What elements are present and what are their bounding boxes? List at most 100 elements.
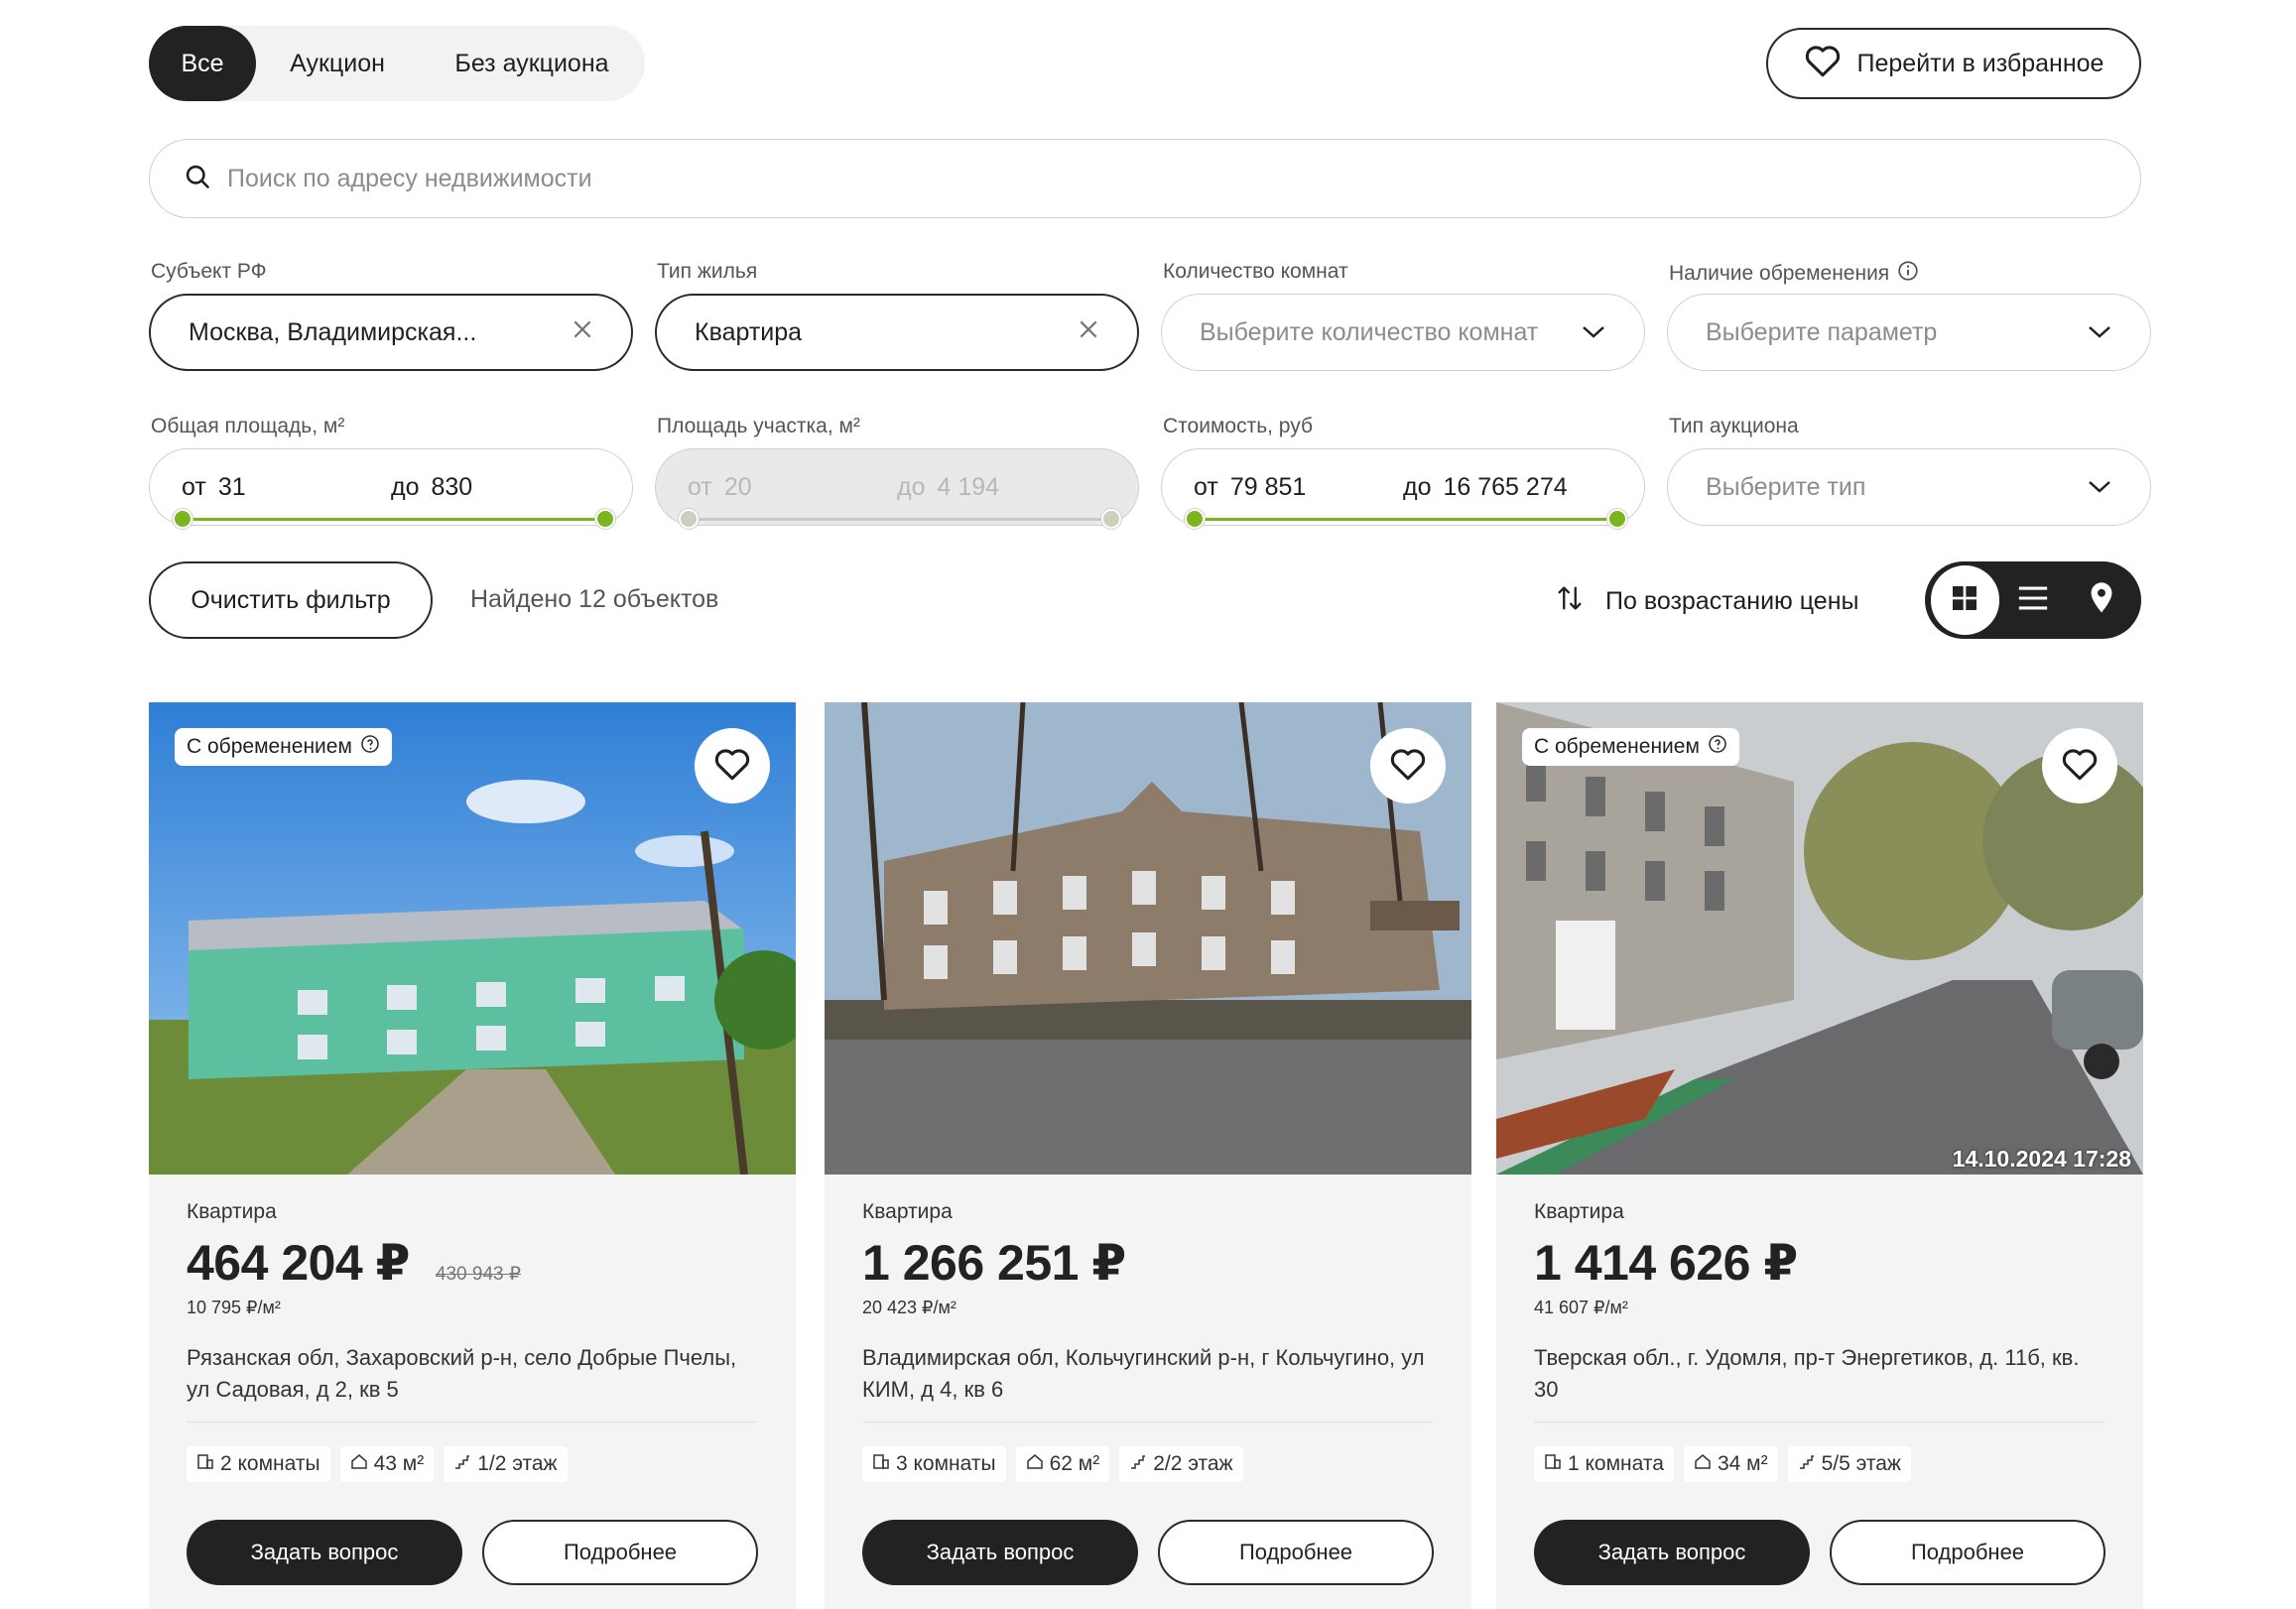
area-to-input[interactable]: 830 — [432, 473, 473, 502]
housing-type-value: Квартира — [695, 317, 803, 346]
rooms-select[interactable]: Выберите количество комнат — [1161, 294, 1645, 371]
area-chip: 34 м² — [1683, 1446, 1778, 1482]
grid-view-button[interactable] — [1931, 565, 1999, 635]
details-button[interactable]: Подробнее — [482, 1520, 758, 1585]
heart-icon — [2061, 747, 2099, 786]
old-price: 430 943 ₽ — [435, 1264, 521, 1285]
encumbrance-label: Наличие обременения — [1669, 260, 1919, 288]
favorites-label: Перейти в избранное — [1856, 49, 2105, 77]
address: Владимирская обл, Кольчугинский р-н, г К… — [862, 1345, 1425, 1402]
auction-type-label: Тип аукциона — [1669, 415, 1799, 437]
add-to-favorites-button[interactable] — [2042, 728, 2117, 804]
divider — [1534, 1422, 2105, 1423]
listing-photo[interactable]: С обременением 14.10.2024 17:28 — [1496, 702, 2143, 1175]
encumbrance-placeholder: Выберите параметр — [1706, 317, 1938, 346]
area-range: от 31 до 830 — [149, 448, 633, 526]
address: Рязанская обл, Захаровский р-н, село Доб… — [187, 1345, 737, 1402]
auction-type-placeholder: Выберите тип — [1706, 472, 1866, 501]
map-pin-icon — [2088, 581, 2115, 620]
tab-all[interactable]: Все — [149, 26, 256, 101]
area-slider-max-handle[interactable] — [595, 509, 615, 529]
ask-question-button[interactable]: Задать вопрос — [1534, 1520, 1810, 1585]
add-to-favorites-button[interactable] — [695, 728, 770, 804]
floor-chip: 2/2 этаж — [1119, 1446, 1243, 1482]
plot-area-slider-max-handle — [1101, 509, 1121, 529]
rooms-chip: 3 комнаты — [862, 1446, 1006, 1482]
clear-region-icon[interactable] — [572, 318, 593, 347]
price-per-m2: 10 795 ₽/м² — [187, 1298, 281, 1317]
sort-control[interactable]: По возрастанию цены — [1556, 583, 1858, 620]
property-type: Квартира — [1534, 1200, 1624, 1223]
price-slider — [1185, 509, 1627, 529]
ask-question-button[interactable]: Задать вопрос — [187, 1520, 462, 1585]
info-icon[interactable] — [1897, 260, 1919, 288]
found-count: Найдено 12 объектов — [470, 585, 719, 613]
price: 1 266 251 ₽ — [862, 1235, 1126, 1291]
chevron-down-icon — [1581, 318, 1606, 347]
info-icon[interactable] — [1708, 734, 1727, 760]
grid-icon — [1949, 582, 1980, 619]
listing-photo[interactable]: С обременением — [149, 702, 796, 1175]
stairs-icon — [453, 1452, 471, 1476]
housing-type-select[interactable]: Квартира — [655, 294, 1139, 371]
favorites-button[interactable]: Перейти в избранное — [1766, 28, 2141, 99]
housing-type-label: Тип жилья — [657, 260, 758, 283]
price-slider-max-handle[interactable] — [1607, 509, 1627, 529]
tab-auction[interactable]: Аукцион — [256, 26, 419, 101]
price-to-input[interactable]: 16 765 274 — [1444, 473, 1568, 502]
add-to-favorites-button[interactable] — [1370, 728, 1446, 804]
info-icon[interactable] — [360, 734, 380, 760]
clear-filter-button[interactable]: Очистить фильтр — [149, 561, 433, 639]
area-from-prefix: от — [182, 472, 206, 501]
building-icon — [1544, 1452, 1562, 1476]
listing-mode-tabs: Все Аукцион Без аукциона — [149, 26, 645, 101]
list-icon — [2016, 583, 2050, 618]
sort-arrows-icon — [1556, 583, 1584, 620]
building-icon — [872, 1452, 890, 1476]
price-from-input[interactable]: 79 851 — [1230, 473, 1306, 502]
heart-icon — [713, 747, 751, 786]
plot-area-slider-min-handle — [679, 509, 699, 529]
region-select[interactable]: Москва, Владимирская... — [149, 294, 633, 371]
area-chip: 43 м² — [339, 1446, 435, 1482]
area-slider-min-handle[interactable] — [173, 509, 192, 529]
address: Тверская обл., г. Удомля, пр-т Энергетик… — [1534, 1345, 2080, 1402]
floor-chip: 5/5 этаж — [1787, 1446, 1911, 1482]
details-button[interactable]: Подробнее — [1158, 1520, 1434, 1585]
auction-type-select[interactable]: Выберите тип — [1667, 448, 2151, 526]
search-input[interactable] — [227, 164, 2013, 193]
heart-icon — [1389, 747, 1427, 786]
chevron-down-icon — [2087, 473, 2112, 502]
price-slider-min-handle[interactable] — [1185, 509, 1205, 529]
search-icon — [184, 163, 211, 195]
house-icon — [1694, 1452, 1712, 1476]
area-label: Общая площадь, м² — [151, 415, 345, 437]
list-view-button[interactable] — [1999, 565, 2068, 635]
divider — [187, 1422, 758, 1423]
plot-area-range: от 20 до 4 194 — [655, 448, 1139, 526]
region-value: Москва, Владимирская... — [189, 317, 477, 346]
stairs-icon — [1129, 1452, 1147, 1476]
rooms-label: Количество комнат — [1163, 260, 1348, 283]
map-view-button[interactable] — [2067, 565, 2135, 635]
encumbrance-select[interactable]: Выберите параметр — [1667, 294, 2151, 371]
ask-question-button[interactable]: Задать вопрос — [862, 1520, 1138, 1585]
property-type: Квартира — [187, 1200, 277, 1223]
listing-photo[interactable] — [825, 702, 1471, 1175]
tab-no-auction[interactable]: Без аукциона — [419, 26, 645, 101]
price: 1 414 626 ₽ — [1534, 1235, 1798, 1291]
encumbrance-badge: С обременением — [1522, 728, 1739, 766]
house-icon — [350, 1452, 368, 1476]
listing-card: С обременением Квартира 464 204 ₽ 430 943… — [149, 702, 796, 1609]
area-chip: 62 м² — [1015, 1446, 1110, 1482]
details-button[interactable]: Подробнее — [1830, 1520, 2105, 1585]
area-from-input[interactable]: 31 — [218, 473, 246, 502]
listing-card: Квартира 1 266 251 ₽ 20 423 ₽/м² Владими… — [825, 702, 1471, 1609]
view-switcher — [1925, 561, 2141, 639]
stairs-icon — [1798, 1452, 1816, 1476]
listing-card: С обременением 14.10.2024 17:28 Квартира… — [1496, 702, 2143, 1609]
heart-icon — [1804, 44, 1842, 84]
clear-housing-type-icon[interactable] — [1078, 318, 1099, 347]
rooms-placeholder: Выберите количество комнат — [1200, 317, 1539, 346]
plot-area-to-prefix: до — [897, 472, 926, 501]
